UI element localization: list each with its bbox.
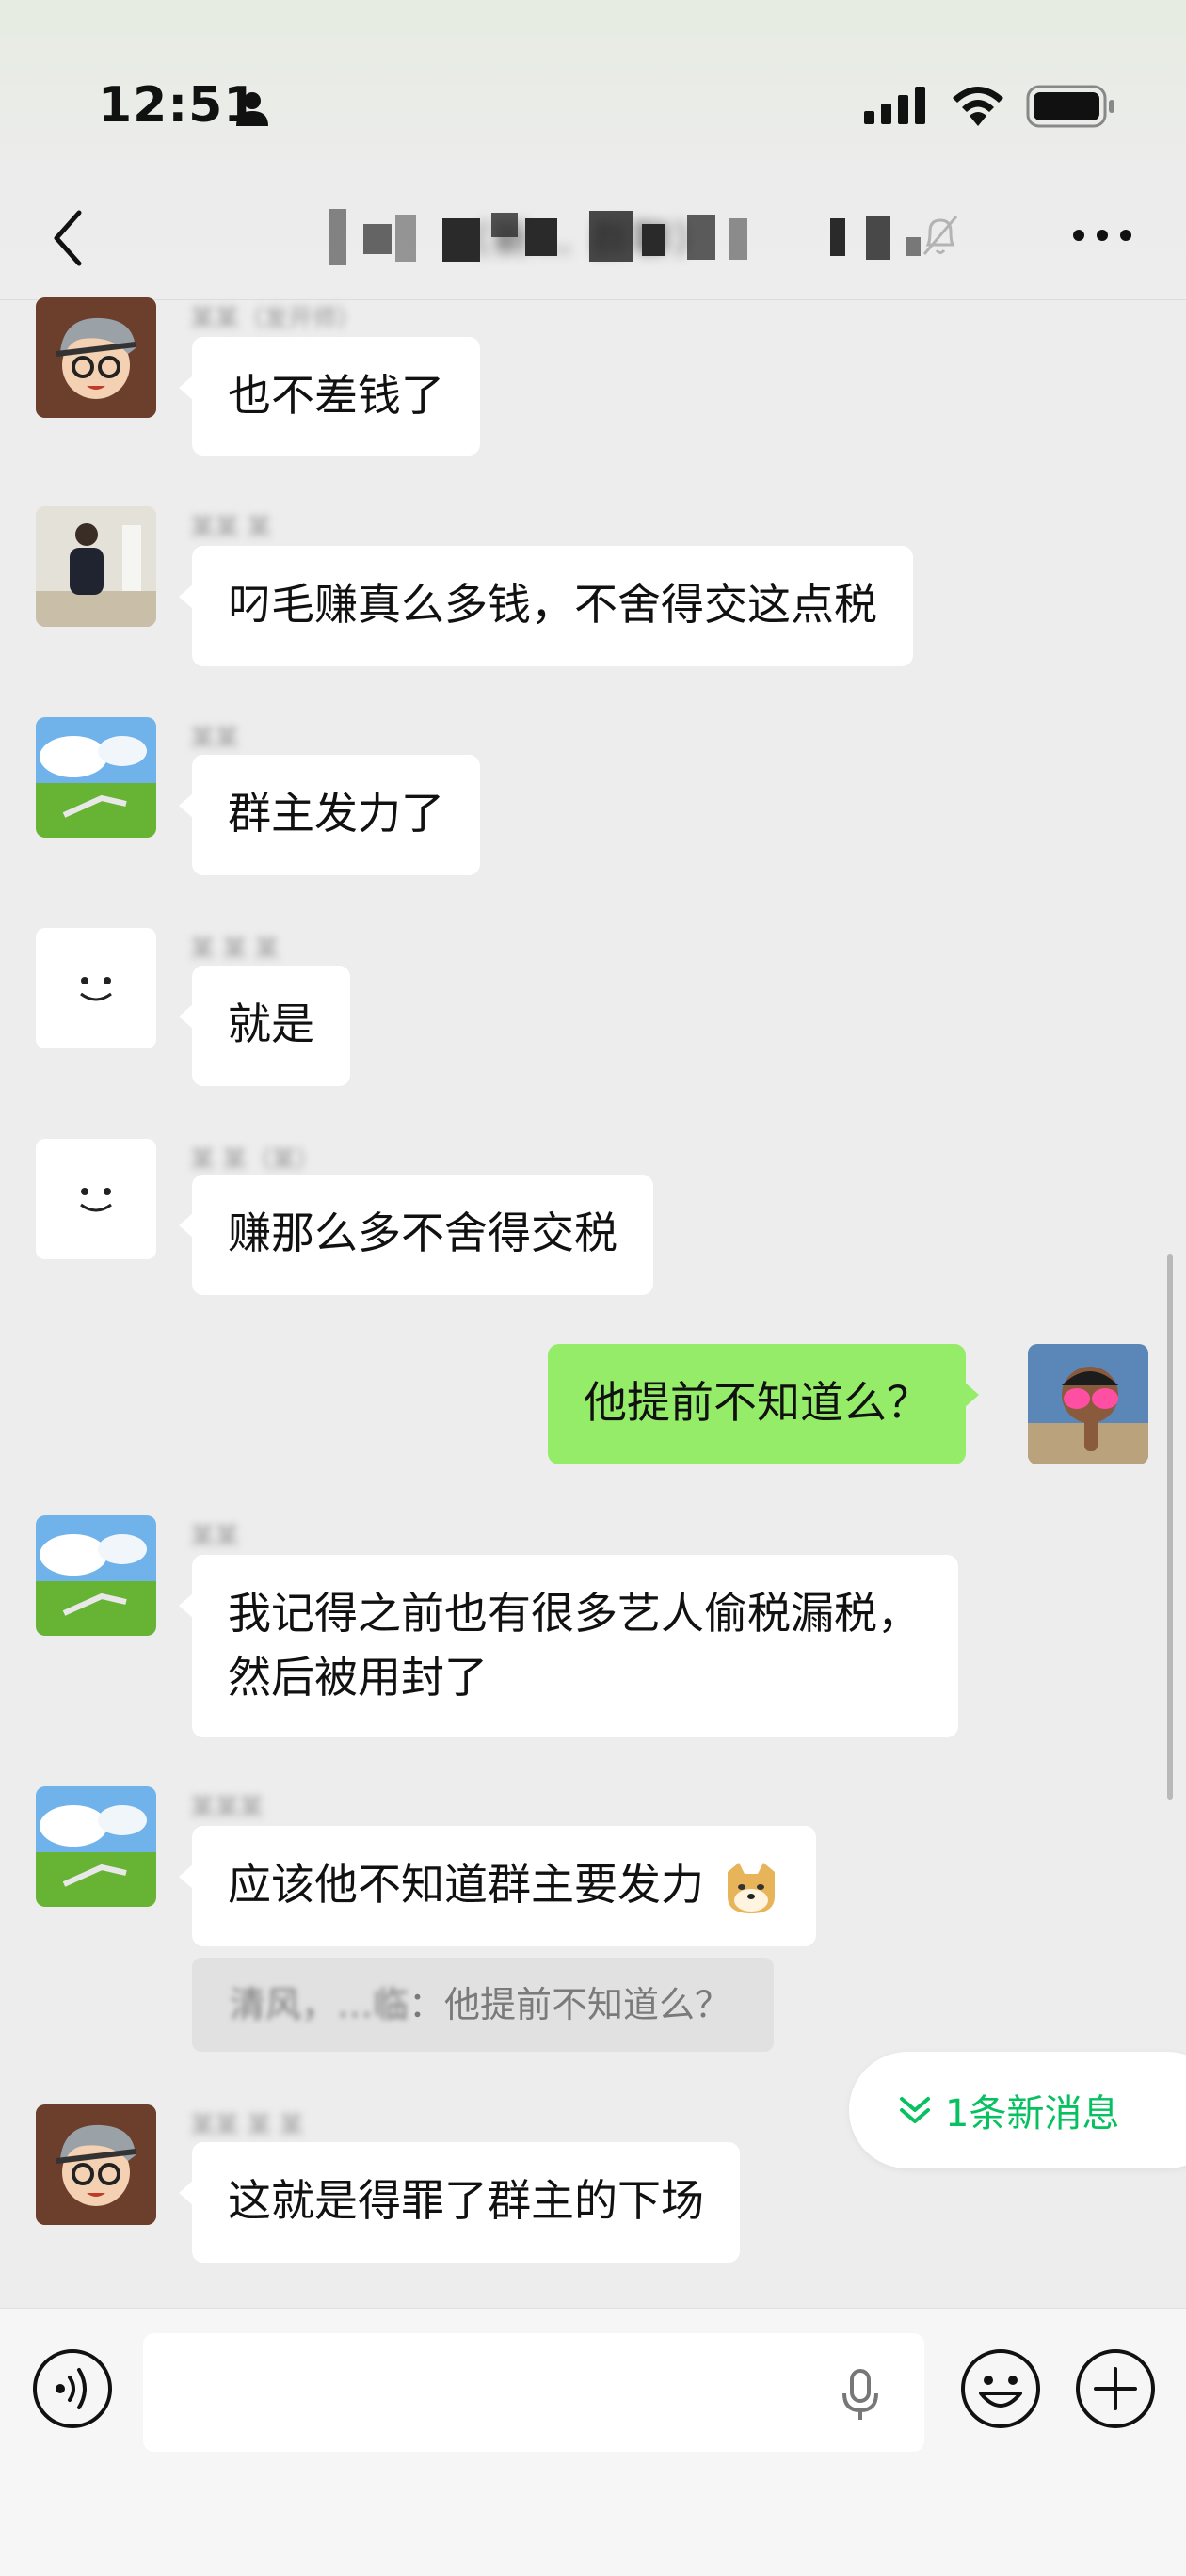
- my-avatar[interactable]: [1028, 1344, 1148, 1464]
- landscape-avatar-icon: [36, 1515, 156, 1636]
- smiley-avatar-icon: [36, 1139, 156, 1259]
- mute-bell-icon: [922, 216, 958, 255]
- message-bubble-self[interactable]: 他提前不知道么？: [548, 1344, 979, 1464]
- sender-name: 某某: [190, 1523, 240, 1551]
- scrollbar[interactable]: [1167, 1254, 1173, 1800]
- more-options-button[interactable]: [1069, 226, 1135, 245]
- avatar[interactable]: [36, 717, 156, 838]
- more-functions-button[interactable]: [1073, 2346, 1158, 2431]
- message-bubble[interactable]: 我记得之前也有很多艺人偷税漏税，然后被用封了: [179, 1555, 958, 1737]
- sender-name: 某某 某: [190, 514, 272, 542]
- message-input[interactable]: [143, 2333, 924, 2452]
- new-message-label: 1条新消息: [945, 2092, 1120, 2136]
- message-bubble[interactable]: 应该他不知道群主要发力: [179, 1826, 816, 1946]
- avatar[interactable]: [36, 297, 156, 418]
- top-bar: 12:51 （新… 群聊）: [0, 0, 1186, 300]
- new-message-indicator[interactable]: 1条新消息: [849, 2052, 1186, 2168]
- avatar[interactable]: [36, 1139, 156, 1259]
- quoted-text: ：他提前不知道么？: [409, 1984, 731, 2025]
- chat-title[interactable]: （新… 群聊）: [273, 203, 894, 269]
- message-bubble[interactable]: 群主发力了: [179, 755, 480, 875]
- microphone-icon[interactable]: [838, 2367, 883, 2424]
- landscape-avatar-icon: [36, 717, 156, 838]
- avatar[interactable]: [36, 928, 156, 1048]
- wifi-icon: [953, 87, 1003, 126]
- sender-name: 某 某 某: [190, 936, 280, 964]
- person-icon: [236, 92, 268, 126]
- sender-name: 某某: [190, 725, 240, 753]
- message-bubble[interactable]: 也不差钱了: [179, 337, 480, 456]
- avatar[interactable]: [36, 2104, 156, 2225]
- cartoon-avatar-icon: [36, 297, 156, 418]
- battery-icon: [1026, 85, 1114, 128]
- sender-name: 某某（发开师）: [190, 305, 362, 333]
- message-bubble[interactable]: 这就是得罪了群主的下场: [179, 2142, 740, 2263]
- cartoon-avatar-icon: [36, 2104, 156, 2225]
- back-button[interactable]: [45, 205, 92, 271]
- message-bubble[interactable]: 赚那么多不舍得交税: [179, 1175, 653, 1295]
- message-bubble[interactable]: 就是: [179, 966, 350, 1086]
- message-text: 应该他不知道群主要发力: [228, 1859, 704, 1910]
- emoji-button[interactable]: [958, 2346, 1043, 2431]
- sender-name: 某某某: [190, 1794, 264, 1822]
- avatar[interactable]: [36, 506, 156, 627]
- avatar[interactable]: [36, 1515, 156, 1636]
- voice-mode-button[interactable]: [30, 2346, 115, 2431]
- input-bar: [0, 2308, 1186, 2576]
- quoted-sender: 清风，…临: [230, 1984, 409, 2025]
- doge-emoji-icon: [727, 1862, 775, 1913]
- smiley-avatar-icon: [36, 928, 156, 1048]
- avatar[interactable]: [36, 1786, 156, 1907]
- cellular-signal-icon: [864, 87, 925, 124]
- double-chevron-down-icon: [900, 2097, 930, 2123]
- chat-title-text: （新… 群聊）: [451, 218, 716, 262]
- landscape-avatar-icon: [36, 1786, 156, 1907]
- photo-avatar-icon: [1028, 1344, 1148, 1464]
- message-bubble[interactable]: 叼毛赚真么多钱，不舍得交这点税: [179, 546, 913, 666]
- photo-avatar-icon: [36, 506, 156, 627]
- sender-name: 某 某（某）: [190, 1146, 321, 1175]
- quoted-message[interactable]: 清风，…临：他提前不知道么？: [192, 1958, 774, 2052]
- sender-name: 某某 某 某: [190, 2112, 304, 2140]
